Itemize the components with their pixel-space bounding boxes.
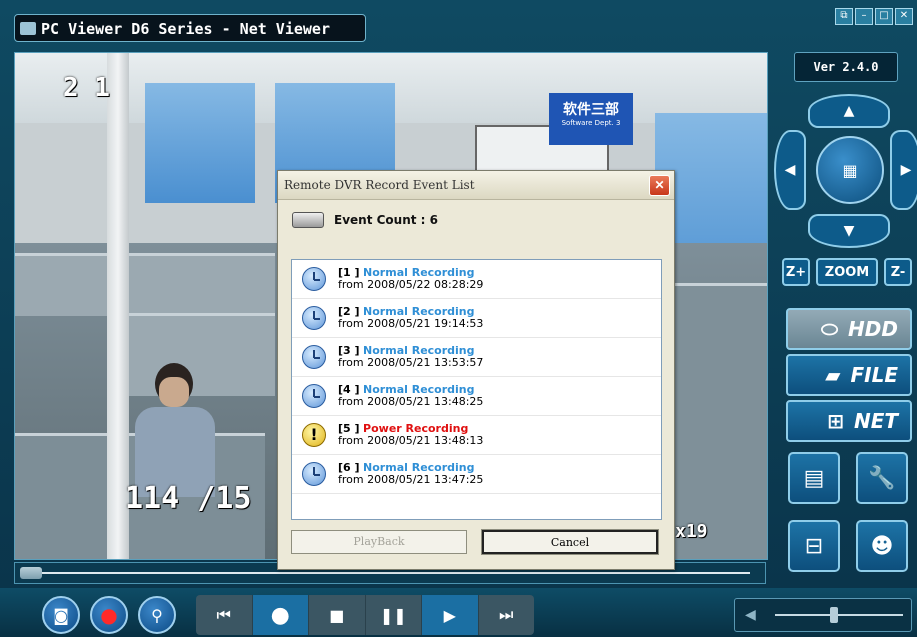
- restore-button[interactable]: ⧉: [835, 8, 853, 25]
- warning-icon: !: [302, 423, 326, 447]
- dialog-title-bar: Remote DVR Record Event List ✕: [278, 171, 674, 200]
- window-title: PC Viewer D6 Series - Net Viewer: [41, 20, 330, 38]
- close-icon: ✕: [654, 178, 665, 192]
- users-icon: ☻: [870, 533, 894, 559]
- document-icon: ▤: [803, 465, 825, 491]
- event-time: from 2008/05/21 13:48:25: [338, 395, 484, 408]
- skip-forward-icon: ⏭: [499, 605, 514, 624]
- zoom-out-button[interactable]: Z-: [884, 258, 912, 286]
- arrow-right-icon: ▶: [900, 162, 912, 178]
- event-time: from 2008/05/22 08:28:29: [338, 278, 484, 291]
- ptz-left-button[interactable]: ◀: [774, 130, 806, 210]
- volume-track[interactable]: [775, 614, 903, 616]
- dialog-close-button[interactable]: ✕: [649, 175, 670, 196]
- playback-controls: ⏮ ● ■ ❚❚ ▶ ⏭: [196, 595, 534, 635]
- clock-icon: [302, 462, 326, 486]
- clock-icon: [302, 306, 326, 330]
- title-bar: PC Viewer D6 Series - Net Viewer: [14, 14, 366, 42]
- list-item[interactable]: [3 ] Normal Recording from 2008/05/21 13:…: [292, 338, 661, 377]
- side-panel: Ver 2.4.0 ▲ ▼ ◀ ▶ ▦ Z+ ZOOM Z- ⬭ HDD ▰ F…: [774, 46, 917, 637]
- stop-icon: ■: [329, 605, 345, 625]
- record-icon: ●: [100, 603, 118, 627]
- event-list-dialog: Remote DVR Record Event List ✕ Event Cou…: [277, 170, 675, 570]
- stop-button[interactable]: ■: [309, 595, 366, 635]
- list-item[interactable]: ! [5 ] Power Recording from 2008/05/21 13:…: [292, 416, 661, 455]
- record-button[interactable]: ●: [90, 596, 128, 634]
- users-button[interactable]: ☻: [856, 520, 908, 572]
- clock-icon: [302, 345, 326, 369]
- zoom-in-button[interactable]: Z+: [782, 258, 810, 286]
- ptz-center-button[interactable]: ▦: [816, 136, 884, 204]
- event-time: from 2008/05/21 13:48:13: [338, 434, 484, 447]
- skip-back-icon: ⏮: [216, 605, 231, 624]
- hdd-icon: [292, 212, 324, 228]
- event-list[interactable]: [1 ] Normal Recording from 2008/05/22 08:…: [291, 259, 662, 520]
- speaker-icon: ◀: [745, 607, 756, 623]
- grid-icon: ▦: [842, 160, 858, 180]
- log-button[interactable]: ▤: [788, 452, 840, 504]
- net-button[interactable]: ⊞ NET: [786, 400, 912, 442]
- dialog-title: Remote DVR Record Event List: [284, 178, 475, 192]
- network-icon: ⊞: [827, 409, 844, 433]
- ptz-up-button[interactable]: ▲: [808, 94, 890, 128]
- clock-icon: [302, 267, 326, 291]
- osd-bottom: 114 /15: [125, 481, 252, 516]
- event-time: from 2008/05/21 19:14:53: [338, 317, 484, 330]
- folder-icon: ▰: [825, 363, 841, 387]
- seek-handle[interactable]: [20, 567, 42, 579]
- circle-icon: ●: [270, 602, 290, 628]
- arrow-up-icon: ▲: [843, 103, 855, 119]
- play-button-record[interactable]: ●: [252, 595, 309, 635]
- camera-icon: ◙: [53, 605, 69, 625]
- file-button[interactable]: ▰ FILE: [786, 354, 912, 396]
- arrow-left-icon: ◀: [784, 162, 796, 178]
- version-label: Ver 2.4.0: [794, 52, 898, 82]
- skip-forward-button[interactable]: ⏭: [479, 595, 535, 635]
- app-window: PC Viewer D6 Series - Net Viewer ⧉ – □ ✕…: [0, 0, 917, 637]
- skip-back-button[interactable]: ⏮: [196, 595, 253, 635]
- volume-handle[interactable]: [830, 607, 838, 623]
- zoom-controls: Z+ ZOOM Z-: [782, 258, 917, 288]
- pause-icon: ❚❚: [379, 605, 407, 625]
- network-icon: ⊟: [804, 533, 824, 559]
- list-item[interactable]: [1 ] Normal Recording from 2008/05/22 08:…: [292, 260, 661, 299]
- list-item[interactable]: [6 ] Normal Recording from 2008/05/21 13:…: [292, 455, 661, 494]
- app-icon: [20, 22, 36, 35]
- wrench-icon: 🔧: [868, 465, 896, 491]
- volume-control[interactable]: ◀: [734, 598, 912, 632]
- play-icon: ▶: [443, 605, 456, 625]
- pause-button[interactable]: ❚❚: [366, 595, 422, 635]
- hdd-icon: ⬭: [820, 317, 839, 341]
- seek-track[interactable]: [35, 572, 750, 574]
- event-time: from 2008/05/21 13:47:25: [338, 473, 484, 486]
- clock-icon: [302, 384, 326, 408]
- osd-top: 2 1: [63, 73, 110, 103]
- minimize-button[interactable]: –: [855, 8, 873, 25]
- zoom-button[interactable]: ZOOM: [816, 258, 878, 286]
- event-count: Event Count : 6: [292, 209, 438, 231]
- settings-button[interactable]: 🔧: [856, 452, 908, 504]
- hdd-button[interactable]: ⬭ HDD: [786, 308, 912, 350]
- video-sign: 软件三部 Software Dept. 3: [549, 93, 633, 145]
- close-button[interactable]: ✕: [895, 8, 913, 25]
- maximize-button[interactable]: □: [875, 8, 893, 25]
- search-button[interactable]: ⚲: [138, 596, 176, 634]
- ptz-control: ▲ ▼ ◀ ▶ ▦: [774, 94, 917, 248]
- network-button[interactable]: ⊟: [788, 520, 840, 572]
- ptz-right-button[interactable]: ▶: [890, 130, 917, 210]
- list-item[interactable]: [4 ] Normal Recording from 2008/05/21 13:…: [292, 377, 661, 416]
- window-controls: ⧉ – □ ✕: [835, 8, 913, 25]
- ptz-down-button[interactable]: ▼: [808, 214, 890, 248]
- search-icon: ⚲: [151, 605, 163, 625]
- list-item[interactable]: [2 ] Normal Recording from 2008/05/21 19:…: [292, 299, 661, 338]
- event-time: from 2008/05/21 13:53:57: [338, 356, 484, 369]
- arrow-down-icon: ▼: [843, 223, 855, 239]
- cancel-button[interactable]: Cancel: [481, 529, 659, 555]
- osd-right: x19: [675, 521, 708, 542]
- playback-button[interactable]: PlayBack: [291, 530, 467, 554]
- snapshot-button[interactable]: ◙: [42, 596, 80, 634]
- play-button[interactable]: ▶: [422, 595, 479, 635]
